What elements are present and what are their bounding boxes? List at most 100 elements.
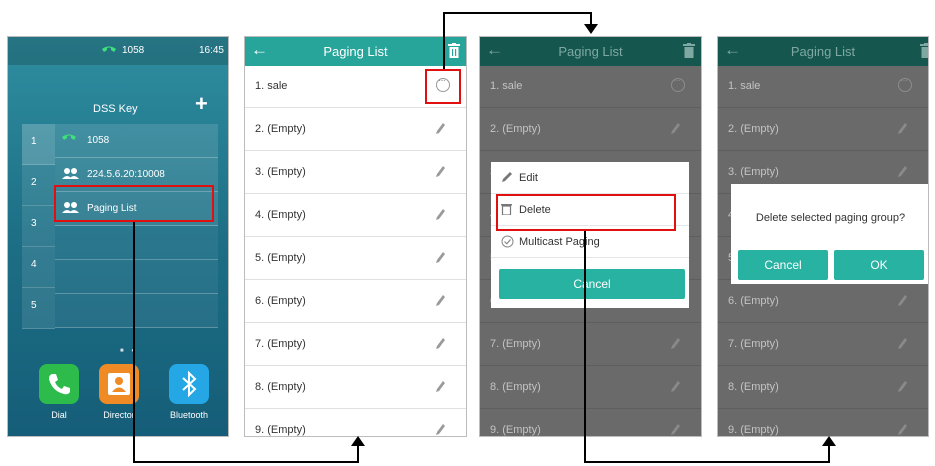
pencil-icon[interactable] (435, 380, 446, 393)
title-bar: ← Paging List (718, 37, 928, 66)
paging-group-label: 8. (Empty) (490, 381, 541, 393)
paging-list-row[interactable]: 2. (Empty) (480, 109, 701, 151)
pencil-icon[interactable] (897, 294, 908, 307)
menu-item-label: Edit (519, 172, 538, 184)
paging-options-screen: ← Paging List 1. sale2. (Empty)3. (Empty… (479, 36, 702, 437)
dialog-cancel-button[interactable]: Cancel (738, 250, 828, 280)
paging-list-row[interactable]: 9. (Empty) (480, 410, 701, 436)
trash-icon[interactable] (683, 43, 695, 58)
paging-group-label: 7. (Empty) (728, 338, 779, 350)
paging-group-label: 9. (Empty) (728, 424, 779, 436)
status-bar: 1058 16:45 (8, 37, 228, 65)
paging-list-row[interactable]: 9. (Empty) (245, 410, 466, 436)
flow-arrow-line (584, 231, 586, 462)
paging-group-label: 7. (Empty) (490, 338, 541, 350)
home-screen: 1058 16:45 DSS Key + 1 2 3 4 5 1058 224.… (7, 36, 229, 437)
page-title: Paging List (323, 44, 388, 59)
paging-list-row[interactable]: 6. (Empty) (245, 281, 466, 323)
paging-list-row[interactable]: 4. (Empty) (245, 195, 466, 237)
dial-app-button[interactable] (39, 364, 79, 404)
dialog-ok-button[interactable]: OK (834, 250, 924, 280)
dial-app-label: Dial (51, 410, 67, 420)
pencil-icon[interactable] (435, 165, 446, 178)
paging-list-row[interactable]: 6. (Empty) (718, 281, 928, 323)
paging-list-row[interactable]: 7. (Empty) (245, 324, 466, 366)
dialog-message: Delete selected paging group? (755, 212, 906, 224)
pencil-icon[interactable] (670, 122, 681, 135)
trash-icon[interactable] (448, 43, 460, 58)
pencil-icon[interactable] (670, 337, 681, 350)
more-options-icon[interactable] (898, 75, 912, 92)
flow-arrow-line (133, 222, 135, 462)
paging-group-label: 2. (Empty) (728, 123, 779, 135)
paging-list-row[interactable]: 3. (Empty) (245, 152, 466, 194)
more-options-icon[interactable] (671, 75, 685, 92)
paging-group-label: 8. (Empty) (255, 381, 306, 393)
paging-group-label: 1. sale (490, 80, 523, 92)
paging-list-row[interactable]: 1. sale (480, 66, 701, 108)
dss-page-tab-4[interactable]: 4 (22, 247, 55, 288)
paging-group-label: 9. (Empty) (490, 424, 541, 436)
flow-arrow-line (133, 461, 359, 463)
pencil-icon[interactable] (435, 423, 446, 436)
phone-icon (49, 374, 70, 395)
paging-list-row[interactable]: 9. (Empty) (718, 410, 928, 436)
paging-group-icon (62, 168, 79, 179)
dss-key-empty[interactable] (55, 260, 218, 294)
pencil-icon[interactable] (670, 380, 681, 393)
paging-list-row[interactable]: 7. (Empty) (718, 324, 928, 366)
dss-key-line[interactable]: 1058 (55, 124, 218, 158)
dss-page-tab-5[interactable]: 5 (22, 288, 55, 329)
pencil-icon[interactable] (897, 380, 908, 393)
page-title: Paging List (558, 44, 623, 59)
flow-arrow-line (443, 12, 445, 69)
pencil-icon[interactable] (435, 294, 446, 307)
dss-page-tab-2[interactable]: 2 (22, 165, 55, 206)
cancel-button[interactable]: Cancel (499, 269, 685, 299)
arrow-head-icon (351, 436, 365, 446)
dss-key-list: 1058 224.5.6.20:10008 Paging List (55, 124, 218, 328)
pencil-icon[interactable] (435, 251, 446, 264)
paging-group-label: 7. (Empty) (255, 338, 306, 350)
dss-key-empty[interactable] (55, 294, 218, 328)
bluetooth-app-button[interactable] (169, 364, 209, 404)
delete-confirm-screen: ← Paging List 1. sale 2. (Empty) 3. (Empty… (717, 36, 929, 437)
paging-group-label: 2. (Empty) (490, 123, 541, 135)
line-number: 1058 (122, 45, 145, 56)
pencil-icon[interactable] (897, 337, 908, 350)
pencil-icon[interactable] (435, 208, 446, 221)
paging-list-row[interactable]: 8. (Empty) (245, 367, 466, 409)
paging-group-label: 6. (Empty) (255, 295, 306, 307)
pencil-icon[interactable] (897, 122, 908, 135)
flow-arrow-line (357, 444, 359, 463)
paging-list-row[interactable]: 2. (Empty) (718, 109, 928, 151)
flow-arrow-line (443, 12, 592, 14)
page-title: Paging List (790, 44, 856, 59)
paging-list-row[interactable]: 5. (Empty) (245, 238, 466, 280)
dss-key-label: 224.5.6.20:10008 (87, 169, 165, 180)
paging-list-row[interactable]: 7. (Empty) (480, 324, 701, 366)
pencil-icon[interactable] (435, 337, 446, 350)
dss-page-tab-3[interactable]: 3 (22, 206, 55, 247)
paging-list-row[interactable]: 2. (Empty) (245, 109, 466, 151)
title-bar: ← Paging List (480, 37, 701, 66)
flow-arrow-line (828, 444, 830, 463)
paging-list-row[interactable]: 1. sale (718, 66, 928, 108)
paging-group-label: 4. (Empty) (255, 209, 306, 221)
trash-icon[interactable] (920, 43, 929, 58)
menu-item-label: Multicast Paging (519, 236, 600, 248)
delete-confirm-dialog: Delete selected paging group? Cancel OK (731, 184, 928, 284)
pencil-icon[interactable] (897, 165, 908, 178)
pencil-icon[interactable] (897, 423, 908, 436)
pencil-icon[interactable] (670, 423, 681, 436)
bluetooth-icon (182, 370, 197, 398)
highlight-more-button (425, 69, 461, 104)
paging-group-label: 6. (Empty) (728, 295, 779, 307)
dss-page-tab-1[interactable]: 1 (22, 124, 55, 165)
paging-list-row[interactable]: 8. (Empty) (718, 367, 928, 409)
dss-key-empty[interactable] (55, 226, 218, 260)
add-dss-key-button[interactable]: + (195, 93, 208, 115)
menu-item-edit[interactable]: Edit (491, 162, 689, 194)
paging-list-row[interactable]: 8. (Empty) (480, 367, 701, 409)
pencil-icon[interactable] (435, 122, 446, 135)
